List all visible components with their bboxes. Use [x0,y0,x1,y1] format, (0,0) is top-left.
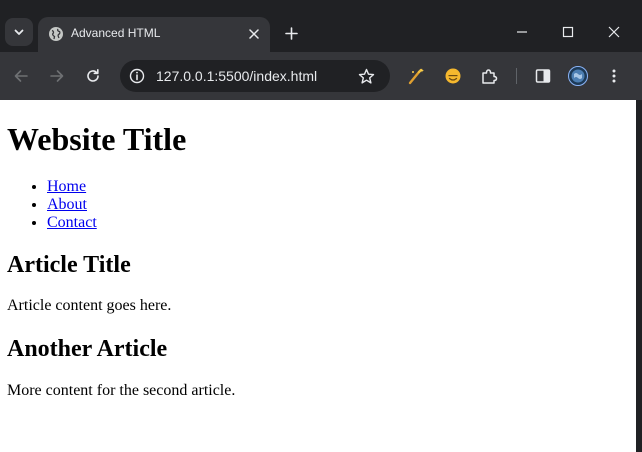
tab-close-button[interactable] [246,26,262,42]
puzzle-icon [482,69,498,84]
more-vert-icon [612,69,616,83]
nav-item-home: Home [47,178,636,196]
site-nav: Home About Contact [7,178,636,232]
article-title: Another Article [7,336,168,362]
reload-icon [87,69,99,82]
site-title: Website Title [7,121,187,157]
article-content: More content for the second article. [7,382,236,399]
extensions-menu-button[interactable] [477,64,501,88]
maximize-button[interactable] [555,19,581,45]
nav-link-contact[interactable]: Contact [47,214,97,231]
nav-link-about[interactable]: About [47,196,87,213]
close-icon [608,26,620,38]
info-icon[interactable] [129,68,145,84]
reload-button[interactable] [81,64,105,88]
browser-toolbar: 127.0.0.1:5500/index.html [0,52,642,100]
back-arrow-icon [14,70,28,82]
globe-icon [49,27,63,41]
window-edge [636,100,642,452]
minimize-icon [517,31,527,33]
browser-chrome: Advanced HTML 127.0.0.1:5500/index.html [0,0,642,100]
back-button[interactable] [9,64,33,88]
address-bar[interactable]: 127.0.0.1:5500/index.html [120,60,390,92]
tab-active[interactable]: Advanced HTML [38,17,270,52]
extension-button[interactable] [404,64,428,88]
tab-title: Advanced HTML [71,26,161,40]
tab-strip: Advanced HTML [0,0,642,52]
minimize-button[interactable] [509,19,535,45]
extension-button[interactable] [441,64,465,88]
nav-item-about: About [47,196,636,214]
star-icon [358,68,374,84]
maximize-icon [562,26,574,38]
toolbar-divider [516,68,517,84]
avatar [568,66,588,86]
nav-item-contact: Contact [47,214,636,232]
close-window-button[interactable] [601,19,627,45]
emoji-icon [445,68,461,84]
side-panel-button[interactable] [531,64,555,88]
nav-link-home[interactable]: Home [47,178,86,195]
side-panel-icon [535,69,551,83]
plus-icon [284,26,298,40]
article-title: Article Title [7,252,131,278]
article-content: Article content goes here. [7,297,172,314]
url-text[interactable]: 127.0.0.1:5500/index.html [156,68,317,84]
bookmark-button[interactable] [356,66,376,86]
close-icon [249,29,259,39]
new-tab-button[interactable] [280,22,302,44]
browser-menu-button[interactable] [602,64,626,88]
page-content: Website Title Home About Contact Article… [0,100,636,452]
magic-wand-icon [408,68,424,85]
tab-search-button[interactable] [5,18,33,46]
profile-button[interactable] [566,64,590,88]
forward-arrow-icon [50,70,64,82]
chevron-down-icon [14,29,24,35]
forward-button[interactable] [45,64,69,88]
